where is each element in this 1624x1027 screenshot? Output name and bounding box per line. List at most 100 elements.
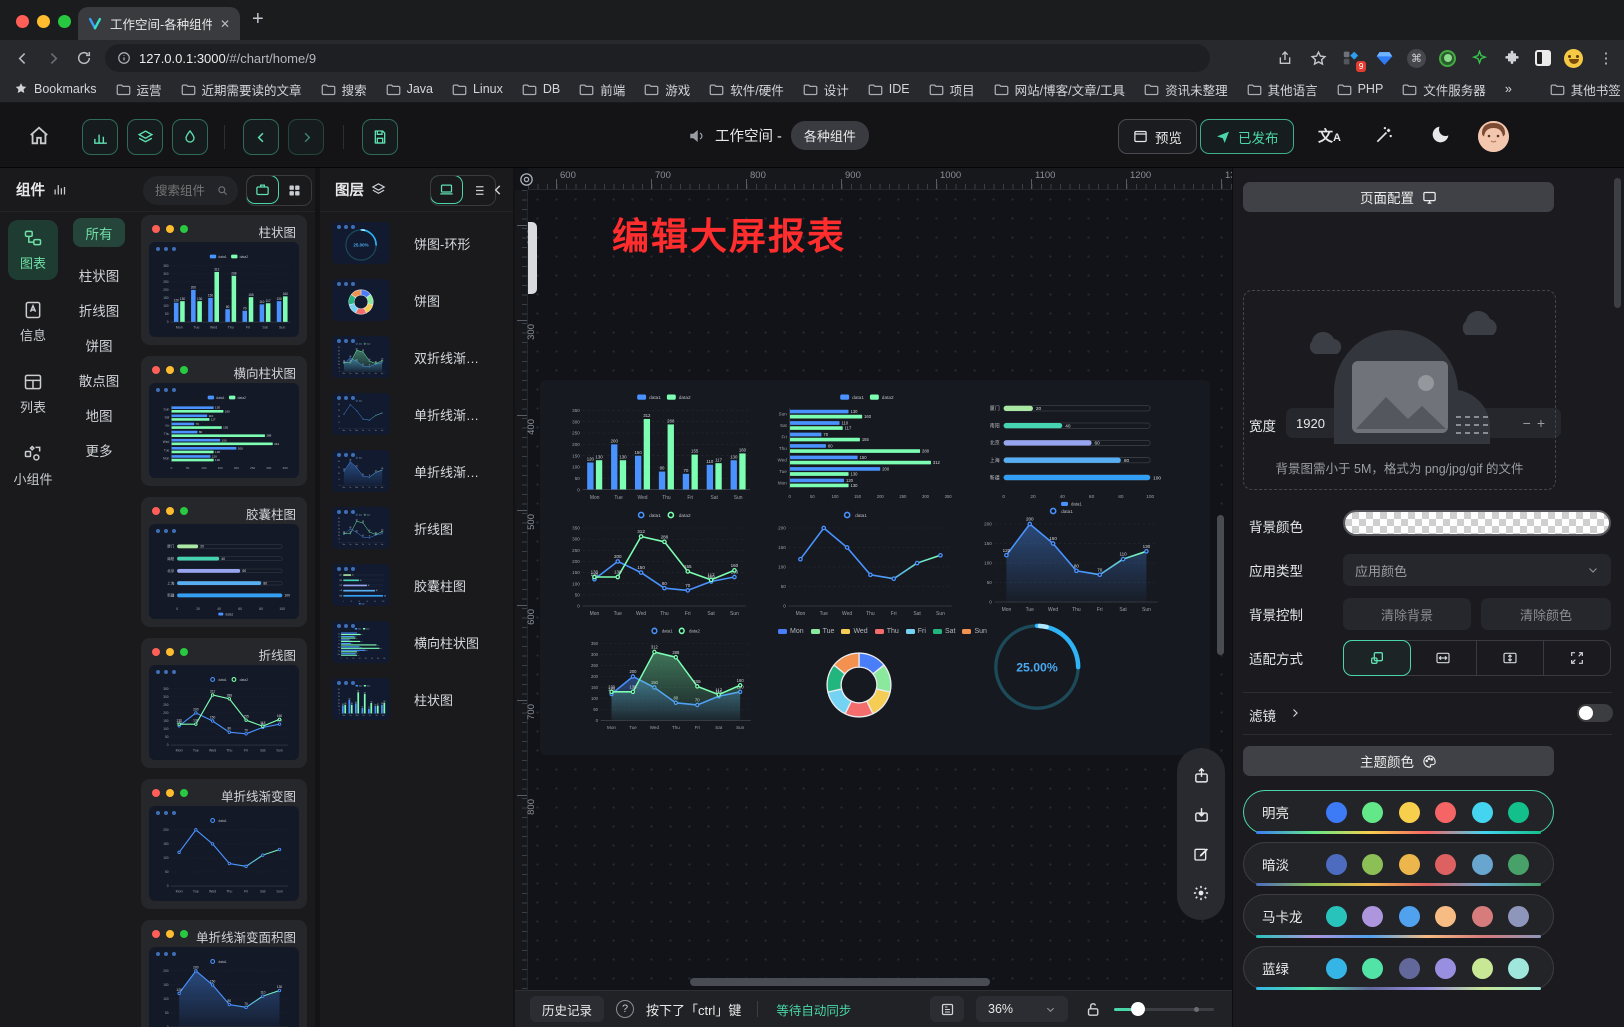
url-input[interactable]: 127.0.0.1:3000/#/chart/home/9: [105, 44, 1210, 72]
chart-panel-toggle-button[interactable]: [82, 119, 118, 155]
category-散点图[interactable]: 散点图: [66, 370, 132, 390]
import-button[interactable]: [1184, 798, 1218, 832]
bookmark-folder[interactable]: Java: [386, 82, 433, 96]
puzzle-extension-icon[interactable]: [1502, 48, 1522, 68]
category-柱状图[interactable]: 柱状图: [66, 265, 132, 285]
layers-thumbnail-toggle[interactable]: [430, 175, 463, 204]
sidebar-nav-info[interactable]: 信息: [8, 292, 58, 352]
sidebar-nav-widgets[interactable]: 小组件: [8, 436, 58, 496]
bookmark-folder[interactable]: 其他语言: [1247, 80, 1318, 99]
layer-item[interactable]: data1data2050100150200250300350120200150…: [320, 503, 513, 553]
export-button[interactable]: [1184, 759, 1218, 793]
redo-button[interactable]: [288, 119, 324, 155]
traffic-minimize-button[interactable]: [37, 15, 50, 28]
app-type-select[interactable]: 应用颜色: [1343, 554, 1611, 586]
settings-gear-icon[interactable]: [1184, 876, 1218, 910]
panel-drag-handle[interactable]: [528, 222, 537, 294]
other-bookmarks[interactable]: 其他书签: [1550, 80, 1621, 99]
site-info-icon[interactable]: [117, 51, 131, 65]
background-upload-dropzone[interactable]: 背景图需小于 5M，格式为 png/jpg/gif 的文件: [1243, 290, 1556, 490]
lock-icon[interactable]: [1085, 1001, 1102, 1018]
vertical-scrollbar[interactable]: [1217, 515, 1224, 655]
dashboard-chart-line-gradient-area[interactable]: data10501001502001202001508070110130MonT…: [970, 502, 1168, 620]
theme-row-马卡龙[interactable]: 马卡龙: [1243, 894, 1554, 938]
bookmark-folder[interactable]: 项目: [929, 80, 975, 99]
view-case-toggle[interactable]: [246, 175, 279, 204]
clear-background-button[interactable]: 清除背景: [1343, 598, 1471, 630]
app-home-icon[interactable]: [28, 125, 50, 147]
detail-panel-toggle-button[interactable]: [172, 119, 208, 155]
category-更多[interactable]: 更多: [66, 440, 132, 460]
profile-avatar-icon[interactable]: [1564, 49, 1583, 68]
layer-item[interactable]: data1data2Sun130160Sat110117Fri70155Thu8…: [320, 617, 513, 667]
bookmark-star-icon[interactable]: [1308, 48, 1328, 68]
zoom-slider[interactable]: [1114, 1008, 1214, 1011]
layer-item[interactable]: data1data2050100150200250300350120200150…: [320, 332, 513, 382]
fit-width-button[interactable]: [1410, 641, 1477, 675]
fit-full-button[interactable]: [1544, 641, 1610, 675]
project-name-badge[interactable]: 各种组件: [791, 121, 869, 150]
layer-item[interactable]: 厦门20南阳40北京60上海80新疆100020406080100data1胶囊…: [320, 560, 513, 610]
bookmark-folder[interactable]: 游戏: [644, 80, 690, 99]
category-地图[interactable]: 地图: [66, 405, 132, 425]
component-card[interactable]: 单折线渐变面积图data1050100150200120200150807011…: [141, 920, 307, 1027]
ruler-eye-icon[interactable]: [518, 171, 535, 188]
layer-item[interactable]: data10501001502001202001508070110130MonT…: [320, 446, 513, 496]
dashboard-chart-hbar-dual[interactable]: data1data2Sun130160Sat110117Fri70155Thu8…: [764, 388, 962, 508]
bookmarks-manager[interactable]: Bookmarks: [14, 82, 97, 96]
bookmark-folder[interactable]: PHP: [1337, 82, 1384, 96]
browser-tab[interactable]: 工作空间-各种组件 ✕: [78, 7, 240, 40]
command-extension-icon[interactable]: ⌘: [1407, 49, 1426, 68]
bookmark-folder[interactable]: 运营: [116, 80, 162, 99]
undo-button[interactable]: [243, 119, 279, 155]
search-input[interactable]: [153, 183, 211, 199]
traffic-zoom-button[interactable]: [58, 15, 71, 28]
bookmark-folder[interactable]: IDE: [868, 82, 910, 96]
dashboard-chart-capsule[interactable]: 厦门20南阳40北京60上海80新疆100020406080100data1: [970, 388, 1168, 508]
zoom-slider-knob[interactable]: [1131, 1002, 1145, 1016]
user-avatar[interactable]: [1478, 121, 1509, 152]
component-card[interactable]: 折线图data1data2050100150200250300350120200…: [141, 638, 307, 768]
bookmark-folder[interactable]: 网站/博客/文章/工具: [994, 80, 1125, 99]
language-switch-icon[interactable]: 文A: [1318, 125, 1341, 146]
traffic-close-button[interactable]: [16, 15, 29, 28]
category-折线图[interactable]: 折线图: [66, 300, 132, 320]
reload-icon[interactable]: [76, 50, 92, 66]
component-card[interactable]: 横向柱状图data1data2Sun130160Sat110117Fri7015…: [141, 356, 307, 486]
help-icon[interactable]: ?: [616, 1000, 634, 1018]
category-饼图[interactable]: 饼图: [66, 335, 132, 355]
gem-extension-icon[interactable]: [1374, 48, 1394, 68]
bookmark-folder[interactable]: 文件服务器: [1402, 80, 1486, 99]
dashboard-chart-line-dual-area[interactable]: data1data2050100150200250300350120200150…: [578, 622, 760, 738]
canvas-text-element[interactable]: 编辑大屏报表: [612, 206, 846, 260]
dashboard-chart-pie-donut[interactable]: [812, 638, 906, 732]
horizontal-scrollbar[interactable]: [690, 978, 990, 986]
forward-icon[interactable]: [45, 50, 62, 67]
bookmark-folder[interactable]: 前端: [579, 80, 625, 99]
sidebar-nav-tables[interactable]: 列表: [8, 364, 58, 424]
bookmark-folder[interactable]: 软件/硬件: [709, 80, 783, 99]
filter-expand-icon[interactable]: [1289, 707, 1301, 719]
preview-button[interactable]: 预览: [1118, 119, 1197, 154]
magic-wand-icon[interactable]: [1374, 125, 1394, 145]
panel-scrollbar[interactable]: [1614, 178, 1621, 308]
extension-with-badge-icon[interactable]: 9: [1341, 48, 1361, 68]
bookmark-folder[interactable]: 搜索: [321, 80, 367, 99]
view-grid-toggle[interactable]: [278, 176, 311, 205]
theme-row-明亮[interactable]: 明亮: [1243, 790, 1554, 834]
sidebar-nav-charts[interactable]: 图表: [8, 220, 58, 280]
clear-color-button[interactable]: 清除颜色: [1481, 598, 1611, 630]
history-button[interactable]: 历史记录: [530, 996, 604, 1022]
back-icon[interactable]: [14, 50, 31, 67]
star-extension-icon[interactable]: [1469, 48, 1489, 68]
bookmark-folder[interactable]: Linux: [452, 82, 503, 96]
layer-item[interactable]: data1050100150200MonTueWedThuFriSatSun单折…: [320, 389, 513, 439]
bookmark-folder[interactable]: 资讯未整理: [1144, 80, 1228, 99]
publish-button[interactable]: 已发布: [1200, 119, 1294, 154]
save-button[interactable]: [362, 119, 398, 155]
fit-height-button[interactable]: [1477, 641, 1544, 675]
bg-color-swatch[interactable]: [1343, 510, 1611, 536]
dashboard-chart-progress-ring[interactable]: 25.00%: [988, 618, 1086, 716]
new-tab-button[interactable]: +: [252, 8, 264, 31]
fit-scale-button[interactable]: [1343, 640, 1411, 676]
